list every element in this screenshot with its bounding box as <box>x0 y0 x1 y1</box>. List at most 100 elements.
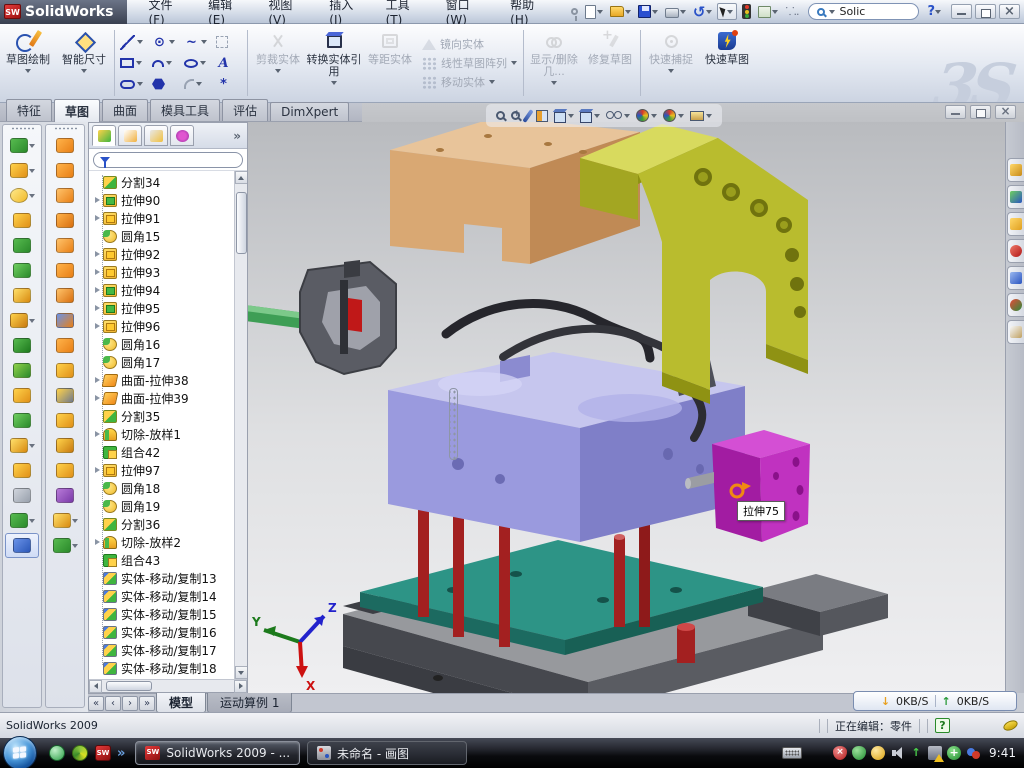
scroll-down-button[interactable] <box>235 666 248 679</box>
tree-item[interactable]: 圆角16 <box>93 335 234 353</box>
tree-item[interactable]: 实体-移动/复制14 <box>93 587 234 605</box>
panel-splitter-handle[interactable] <box>449 388 458 460</box>
expander-icon[interactable] <box>93 286 102 295</box>
sketch-fillet-button[interactable] <box>184 79 210 89</box>
help-button[interactable]: ? <box>927 4 935 19</box>
dropdown-caret-icon[interactable] <box>706 114 712 118</box>
section-view-button[interactable] <box>536 110 548 122</box>
dropdown-caret-icon[interactable] <box>29 194 35 198</box>
expander-icon[interactable] <box>93 250 102 259</box>
tree-filter-input[interactable] <box>93 152 243 168</box>
tab-模具工具[interactable]: 模具工具 <box>150 99 220 121</box>
update-arrow-icon[interactable]: ↑ <box>909 746 923 760</box>
extruded-cut-button[interactable] <box>5 158 39 183</box>
scroll-up-button[interactable] <box>235 171 248 184</box>
document-restore-button[interactable] <box>970 105 991 119</box>
zoom-to-area-button[interactable] <box>511 111 520 120</box>
repair-sketch-button[interactable]: 修复草图 <box>582 24 638 102</box>
tab-曲面[interactable]: 曲面 <box>102 99 148 121</box>
tree-item[interactable]: 圆角15 <box>93 227 234 245</box>
tab-model[interactable]: 模型 <box>156 693 206 713</box>
vertical-scroll-thumb[interactable] <box>236 192 247 254</box>
quick-launch-chevron[interactable]: » <box>117 746 125 761</box>
tree-item[interactable]: 拉伸91 <box>93 209 234 227</box>
edit-appearance-button[interactable] <box>636 109 657 122</box>
hide-show-items-button[interactable] <box>606 111 630 120</box>
undo-button[interactable]: ↺ <box>691 5 715 19</box>
expander-icon[interactable] <box>93 322 102 331</box>
dropdown-caret-icon[interactable] <box>678 114 684 118</box>
options-button[interactable] <box>756 5 780 19</box>
keyboard-icon[interactable] <box>782 747 802 759</box>
mid-surface-button[interactable] <box>48 433 82 458</box>
tree-item[interactable]: 实体-移动/复制16 <box>93 623 234 641</box>
tree-item[interactable]: 组合42 <box>93 443 234 461</box>
dropdown-caret-icon[interactable] <box>29 169 35 173</box>
rebuild-button[interactable] <box>740 3 753 20</box>
dropdown-caret-icon[interactable] <box>651 114 657 118</box>
view-palette-tab[interactable] <box>1007 266 1024 290</box>
file-explorer-tab[interactable] <box>1007 212 1024 236</box>
view-orientation-button[interactable] <box>554 109 574 123</box>
tree-item[interactable]: 切除-放样1 <box>93 425 234 443</box>
tree-item[interactable]: 实体-移动/复制13 <box>93 569 234 587</box>
zoom-to-fit-button[interactable] <box>496 111 505 120</box>
wrap-button[interactable] <box>5 208 39 233</box>
display-delete-relations-button[interactable]: 显示/删除几... <box>526 24 582 102</box>
linear-sketch-pattern-button[interactable]: 线性草图阵列 <box>422 55 517 72</box>
ruled-surface-button[interactable] <box>48 458 82 483</box>
tab-DimXpert[interactable]: DimXpert <box>270 102 349 121</box>
tab-configuration-manager[interactable] <box>144 125 168 146</box>
axis-button[interactable] <box>5 483 39 508</box>
dropdown-caret-icon[interactable] <box>568 114 574 118</box>
extruded-boss-button[interactable] <box>5 133 39 158</box>
tree-item[interactable]: 拉伸95 <box>93 299 234 317</box>
rapid-sketch-button[interactable]: 快速草图 <box>699 24 755 102</box>
arc-button[interactable] <box>152 60 178 67</box>
design-library-tab[interactable] <box>1007 185 1024 209</box>
draft-button[interactable] <box>5 258 39 283</box>
tab-评估[interactable]: 评估 <box>222 99 268 121</box>
sketch-button[interactable]: 草图绘制 <box>0 24 56 102</box>
taskbar-button[interactable]: SWSolidWorks 2009 - ... <box>135 741 300 765</box>
planar-surface-button[interactable] <box>48 283 82 308</box>
tree-item[interactable]: 拉伸96 <box>93 317 234 335</box>
taskbar-button[interactable]: 未命名 - 画图 <box>307 741 467 765</box>
dropdown-caret-icon[interactable] <box>624 114 630 118</box>
tab-motion-study[interactable]: 运动算例 1 <box>207 693 292 713</box>
shield-green-icon[interactable] <box>852 746 866 760</box>
dropdown-caret-icon[interactable] <box>72 544 78 548</box>
swept-surface-button[interactable] <box>48 183 82 208</box>
dropdown-caret-icon[interactable] <box>594 114 600 118</box>
dropdown-caret-icon[interactable] <box>29 519 35 523</box>
start-button[interactable] <box>3 736 37 768</box>
quick-tips-button[interactable]: ? <box>935 718 950 733</box>
linear-pattern-button[interactable] <box>5 308 39 333</box>
move-entities-button[interactable]: 移动实体 <box>422 74 517 91</box>
dropdown-caret-icon[interactable] <box>29 444 35 448</box>
scroll-left-button[interactable] <box>89 680 102 693</box>
magnified-selection-button[interactable] <box>526 109 530 123</box>
view-settings-button[interactable] <box>690 111 712 121</box>
slot-button[interactable] <box>120 80 146 89</box>
tree-item[interactable]: 圆角18 <box>93 479 234 497</box>
revolved-surface-button[interactable] <box>48 158 82 183</box>
tree-item[interactable]: 拉伸90 <box>93 191 234 209</box>
select-button[interactable] <box>717 3 737 20</box>
convert-entities-button[interactable]: 转换实体引用 <box>306 24 362 102</box>
trim-entities-button[interactable]: 剪裁实体 <box>250 24 306 102</box>
tree-item[interactable]: 曲面-拉伸39 <box>93 389 234 407</box>
delete-face-button[interactable] <box>48 383 82 408</box>
dropdown-caret-icon[interactable] <box>29 319 35 323</box>
bodies-button[interactable] <box>5 383 39 408</box>
volume-icon[interactable] <box>890 746 904 760</box>
tree-item[interactable]: 实体-移动/复制15 <box>93 605 234 623</box>
tree-item[interactable]: 切除-放样2 <box>93 533 234 551</box>
tree-item[interactable]: 圆角19 <box>93 497 234 515</box>
solidworks-search-tab[interactable] <box>1007 239 1024 263</box>
dropdown-caret-icon[interactable] <box>72 519 78 523</box>
tree-horizontal-scrollbar[interactable] <box>89 679 247 692</box>
tree-item[interactable]: 拉伸94 <box>93 281 234 299</box>
rectangle-button[interactable] <box>120 58 146 68</box>
print-button[interactable] <box>663 4 688 19</box>
